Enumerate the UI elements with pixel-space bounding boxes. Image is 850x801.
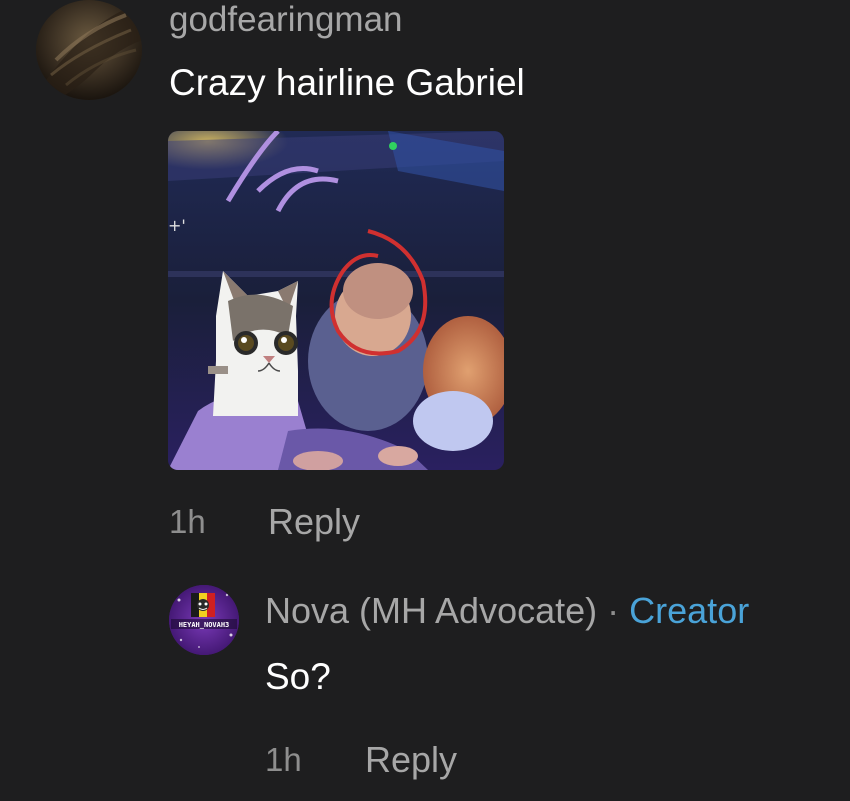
reply-to-reply-button[interactable]: Reply — [365, 740, 457, 780]
reply-text: So? — [265, 656, 331, 697]
comment-timestamp: 1h — [169, 503, 206, 540]
svg-text:+': +' — [168, 216, 186, 235]
nova-avatar-icon: HEYAH_NOVAH3 — [169, 585, 239, 655]
creator-badge: Creator — [629, 590, 750, 631]
comment-thread: godfearingman Crazy hairline Gabriel +' … — [0, 0, 850, 801]
svg-text:HEYAH_NOVAH3: HEYAH_NOVAH3 — [179, 621, 230, 629]
avatar-photo-icon — [36, 0, 142, 100]
commenter-username[interactable]: godfearingman — [169, 0, 403, 40]
commenter-avatar[interactable] — [36, 0, 142, 100]
image-thumbnail-icon: +' — [168, 131, 504, 470]
reply-header: Nova (MH Advocate) · Creator — [265, 590, 749, 632]
reply-username[interactable]: Nova (MH Advocate) — [265, 590, 597, 631]
comment-attachment-image[interactable]: +' — [168, 131, 504, 470]
reply-button[interactable]: Reply — [268, 502, 360, 542]
reply-timestamp: 1h — [265, 741, 302, 778]
reply-avatar[interactable]: HEYAH_NOVAH3 — [169, 585, 239, 655]
comment-text: Crazy hairline Gabriel — [169, 62, 525, 103]
header-separator: · — [607, 590, 620, 631]
